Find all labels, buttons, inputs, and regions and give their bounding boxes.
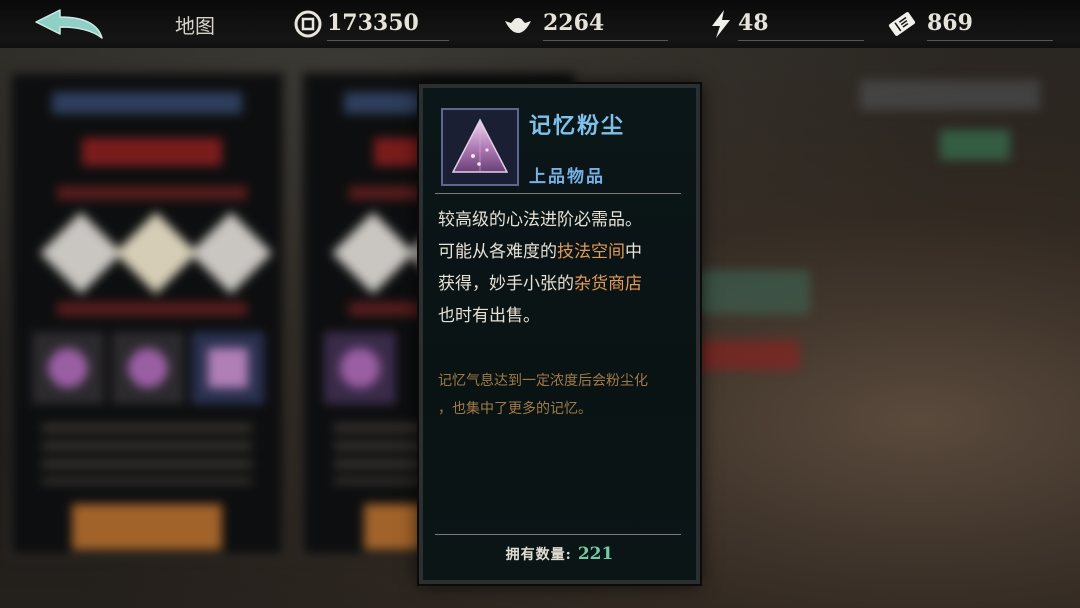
back-button[interactable] bbox=[30, 6, 110, 42]
silver-value: 2264 bbox=[543, 10, 605, 36]
ticket-value: 869 bbox=[927, 10, 973, 36]
ticket-icon bbox=[888, 12, 916, 36]
flavor-line: 记忆气息达到一定浓度后会粉尘化 bbox=[438, 372, 648, 388]
owned-count-value: 221 bbox=[577, 544, 614, 564]
energy-counter: 48 bbox=[706, 4, 866, 44]
coin-icon bbox=[294, 10, 322, 38]
item-tooltip-card: 记忆粉尘 上品物品 较高级的心法进阶必需品。 可能从各难度的技法空间中 获得，妙… bbox=[419, 84, 700, 584]
copper-coin-counter: 173350 bbox=[293, 4, 458, 44]
energy-value: 48 bbox=[738, 10, 769, 36]
description-line: 可能从各难度的技法空间中 bbox=[438, 242, 642, 261]
silver-ingot-icon bbox=[505, 18, 531, 33]
header-divider bbox=[435, 193, 681, 194]
item-icon-frame bbox=[441, 108, 519, 186]
item-name: 记忆粉尘 bbox=[529, 113, 626, 139]
coin-value: 173350 bbox=[327, 10, 419, 36]
item-flavor-text: 记忆气息达到一定浓度后会粉尘化 ，也集中了更多的记忆。 bbox=[438, 366, 683, 422]
silver-counter: 2264 bbox=[503, 4, 668, 44]
item-description: 较高级的心法进阶必需品。 可能从各难度的技法空间中 获得，妙手小张的杂货商店 也… bbox=[438, 204, 683, 332]
owned-count-label: 拥有数量: bbox=[505, 547, 572, 563]
item-grade: 上品物品 bbox=[529, 167, 605, 187]
top-resource-bar: 地图 173350 2264 48 869 bbox=[0, 0, 1080, 48]
description-line: 获得，妙手小张的杂货商店 bbox=[438, 274, 642, 293]
memory-dust-icon bbox=[451, 118, 509, 173]
owned-count: 拥有数量: 221 bbox=[423, 544, 696, 564]
map-label[interactable]: 地图 bbox=[175, 10, 215, 39]
skill-space-link: 技法空间 bbox=[557, 242, 625, 261]
description-line: 也时有出售。 bbox=[438, 306, 540, 325]
ticket-counter: 869 bbox=[887, 4, 1053, 44]
general-store-link: 杂货商店 bbox=[574, 274, 642, 293]
lightning-icon bbox=[712, 10, 730, 38]
footer-divider bbox=[435, 534, 681, 535]
background-panel-left bbox=[8, 70, 286, 558]
back-arrow-icon bbox=[35, 9, 103, 39]
flavor-line: ，也集中了更多的记忆。 bbox=[438, 400, 592, 416]
description-line: 较高级的心法进阶必需品。 bbox=[438, 210, 642, 229]
